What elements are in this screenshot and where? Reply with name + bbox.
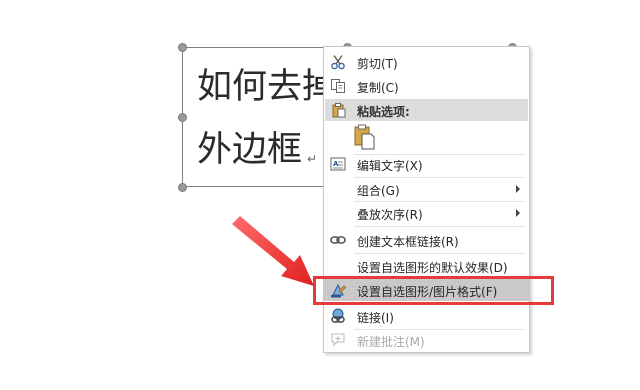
annotation-arrow-icon	[232, 216, 314, 286]
